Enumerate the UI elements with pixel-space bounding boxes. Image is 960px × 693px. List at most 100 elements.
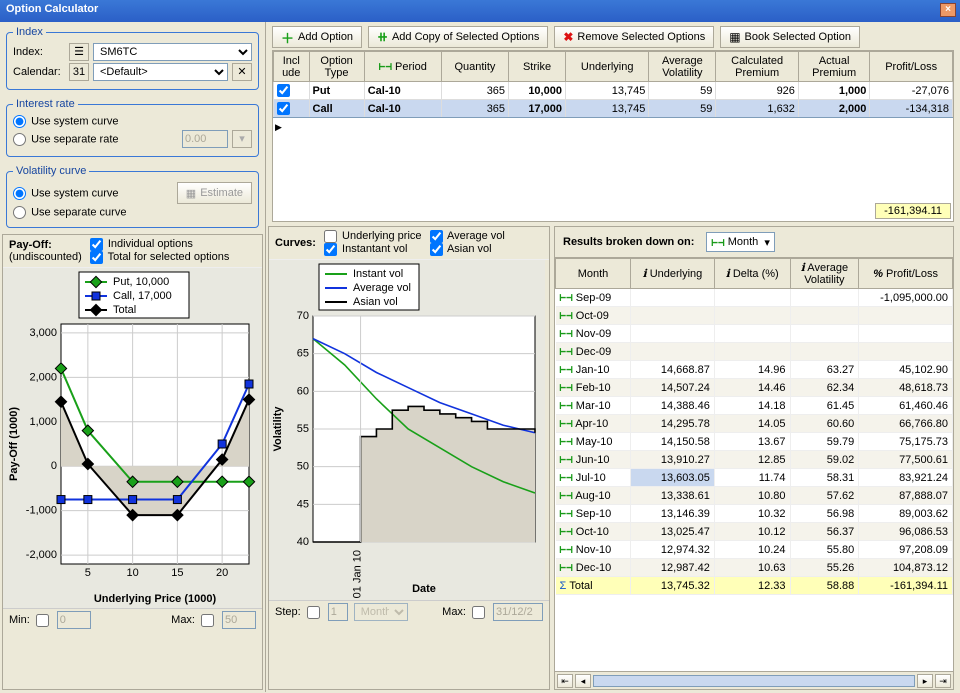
book-icon: ▦ bbox=[729, 30, 740, 44]
svg-text:1,000: 1,000 bbox=[29, 416, 57, 428]
add-option-button[interactable]: ＋Add Option bbox=[272, 26, 362, 48]
rate-stepper: ▾ bbox=[232, 130, 252, 148]
results-row[interactable]: ⊢⊣ Nov-1012,974.3210.2455.8097,208.09 bbox=[556, 541, 953, 559]
results-header[interactable]: ℹ AverageVolatility bbox=[790, 259, 859, 289]
results-header[interactable]: ℹ Delta (%) bbox=[714, 259, 790, 289]
window-title: Option Calculator bbox=[6, 3, 98, 15]
rate-input bbox=[182, 130, 228, 148]
remove-button[interactable]: ✖Remove Selected Options bbox=[554, 26, 714, 48]
calendar-label: Calendar: bbox=[13, 66, 65, 78]
row-include[interactable] bbox=[277, 84, 290, 97]
radio-separate-rate[interactable]: Use separate rate bbox=[13, 133, 119, 146]
cb-asian[interactable]: Asian vol bbox=[430, 243, 492, 255]
grid-header[interactable]: ⊢⊣ Period bbox=[364, 52, 441, 82]
plus-icon: ⧺ bbox=[377, 29, 388, 45]
results-row[interactable]: ⊢⊣ Mar-1014,388.4614.1861.4561,460.46 bbox=[556, 397, 953, 415]
grid-header[interactable]: OptionType bbox=[309, 52, 364, 82]
results-unit-select[interactable]: ⊢⊣ Month ▾ bbox=[706, 232, 775, 252]
results-panel: Results broken down on: ⊢⊣ Month ▾ Month… bbox=[554, 226, 954, 690]
index-icon[interactable]: ☰ bbox=[69, 43, 89, 61]
results-row[interactable]: ⊢⊣ Nov-09 bbox=[556, 325, 953, 343]
svg-text:Total: Total bbox=[113, 304, 136, 316]
estimate-button: ▦ Estimate bbox=[177, 182, 252, 204]
svg-text:Date: Date bbox=[412, 583, 436, 595]
svg-text:20: 20 bbox=[216, 567, 228, 579]
plus-icon: ＋ bbox=[281, 28, 294, 47]
row-include[interactable] bbox=[277, 102, 290, 115]
curvemax-input bbox=[493, 603, 543, 621]
remove-icon: ✖ bbox=[563, 30, 573, 44]
index-panel: Index Index: ☰ SM6TC Calendar: 31 <Defau… bbox=[6, 26, 259, 90]
cb-step[interactable] bbox=[307, 606, 320, 619]
grid-header[interactable]: CalculatedPremium bbox=[716, 52, 799, 82]
close-icon[interactable]: × bbox=[940, 3, 956, 17]
table-row[interactable]: PutCal-1036510,00013,745599261,000-27,07… bbox=[274, 82, 953, 100]
grid-header[interactable]: Include bbox=[274, 52, 310, 82]
curves-panel: Curves: Underlying price Instantant vol … bbox=[268, 226, 550, 690]
results-row[interactable]: ⊢⊣ Dec-1012,987.4210.6355.26104,873.12 bbox=[556, 559, 953, 577]
radio-system-rate[interactable]: Use system curve bbox=[13, 115, 118, 128]
results-row[interactable]: ⊢⊣ Jun-1013,910.2712.8559.0277,500.61 bbox=[556, 451, 953, 469]
results-header[interactable]: ℹ Underlying bbox=[630, 259, 714, 289]
results-table[interactable]: Monthℹ Underlyingℹ Delta (%)ℹ AverageVol… bbox=[555, 258, 953, 595]
results-row[interactable]: ⊢⊣ Apr-1014,295.7814.0560.6066,766.80 bbox=[556, 415, 953, 433]
results-header[interactable]: % Profit/Loss bbox=[859, 259, 953, 289]
grid-header[interactable]: Strike bbox=[509, 52, 566, 82]
period-icon: ⊢⊣ bbox=[711, 236, 724, 249]
calendar-clear-icon[interactable]: ✕ bbox=[232, 63, 252, 81]
results-row[interactable]: ⊢⊣ Oct-1013,025.4710.1256.3796,086.53 bbox=[556, 523, 953, 541]
results-header[interactable]: Month bbox=[556, 259, 631, 289]
table-row[interactable]: ▶CallCal-1036517,00013,745591,6322,000-1… bbox=[274, 100, 953, 118]
book-button[interactable]: ▦Book Selected Option bbox=[720, 26, 860, 48]
scroll-right-icon[interactable]: ▸ bbox=[917, 674, 933, 688]
radio-separate-curve[interactable]: Use separate curve bbox=[13, 206, 126, 219]
scroll-end-icon[interactable]: ⇥ bbox=[935, 674, 951, 688]
grid-header[interactable]: Profit/Loss bbox=[870, 52, 953, 82]
svg-text:15: 15 bbox=[171, 567, 183, 579]
radio-system-curve[interactable]: Use system curve bbox=[13, 187, 118, 200]
results-row[interactable]: ⊢⊣ Oct-09 bbox=[556, 307, 953, 325]
svg-text:Underlying Price (1000): Underlying Price (1000) bbox=[94, 593, 217, 605]
step-val bbox=[328, 603, 348, 621]
results-row[interactable]: ⊢⊣ Sep-09-1,095,000.00 bbox=[556, 289, 953, 307]
cb-max[interactable] bbox=[201, 614, 214, 627]
results-row[interactable]: ⊢⊣ Jan-1014,668.8714.9663.2745,102.90 bbox=[556, 361, 953, 379]
results-row[interactable]: ⊢⊣ Jul-1013,603.0511.7458.3183,921.24 bbox=[556, 469, 953, 487]
svg-text:45: 45 bbox=[297, 498, 309, 510]
options-grid[interactable]: IncludeOptionType⊢⊣ PeriodQuantityStrike… bbox=[272, 50, 954, 222]
grid-header[interactable]: ActualPremium bbox=[798, 52, 869, 82]
calendar-select[interactable]: <Default> bbox=[93, 63, 228, 81]
grid-header[interactable]: AverageVolatility bbox=[649, 52, 716, 82]
results-row[interactable]: ⊢⊣ Aug-1013,338.6110.8057.6287,888.07 bbox=[556, 487, 953, 505]
cb-total[interactable]: Total for selected options bbox=[90, 251, 230, 263]
max-input bbox=[222, 611, 256, 629]
svg-text:50: 50 bbox=[297, 461, 309, 473]
scroll-start-icon[interactable]: ⇤ bbox=[557, 674, 573, 688]
min-input bbox=[57, 611, 91, 629]
grid-header[interactable]: Underlying bbox=[565, 52, 648, 82]
svg-text:55: 55 bbox=[297, 423, 309, 435]
cb-avg[interactable]: Average vol bbox=[430, 230, 505, 242]
index-label: Index: bbox=[13, 46, 65, 58]
addcopy-button[interactable]: ⧺Add Copy of Selected Options bbox=[368, 26, 548, 48]
cb-curvemax[interactable] bbox=[472, 606, 485, 619]
volatility-panel: Volatility curve Use system curve ▦ Esti… bbox=[6, 165, 259, 228]
cb-underlying[interactable]: Underlying price bbox=[324, 230, 422, 242]
grid-header[interactable]: Quantity bbox=[441, 52, 508, 82]
scroll-left-icon[interactable]: ◂ bbox=[575, 674, 591, 688]
results-row[interactable]: ⊢⊣ Feb-1014,507.2414.4662.3448,618.73 bbox=[556, 379, 953, 397]
svg-text:60: 60 bbox=[297, 385, 309, 397]
cb-individual[interactable]: Individual options bbox=[90, 238, 193, 250]
results-row[interactable]: ⊢⊣ May-1014,150.5813.6759.7975,175.73 bbox=[556, 433, 953, 451]
cb-instant[interactable]: Instantant vol bbox=[324, 243, 408, 255]
svg-text:-1,000: -1,000 bbox=[26, 505, 57, 517]
svg-text:Pay-Off (1000): Pay-Off (1000) bbox=[8, 407, 20, 481]
grid-total: -161,394.11 bbox=[875, 203, 951, 219]
results-row[interactable]: ⊢⊣ Dec-09 bbox=[556, 343, 953, 361]
calendar-icon[interactable]: 31 bbox=[69, 63, 89, 81]
results-row[interactable]: ⊢⊣ Sep-1013,146.3910.3256.9889,003.62 bbox=[556, 505, 953, 523]
h-scrollbar[interactable]: ⇤ ◂ ▸ ⇥ bbox=[555, 671, 953, 689]
cb-min[interactable] bbox=[36, 614, 49, 627]
step-unit: Month bbox=[354, 603, 408, 621]
index-select[interactable]: SM6TC bbox=[93, 43, 252, 61]
